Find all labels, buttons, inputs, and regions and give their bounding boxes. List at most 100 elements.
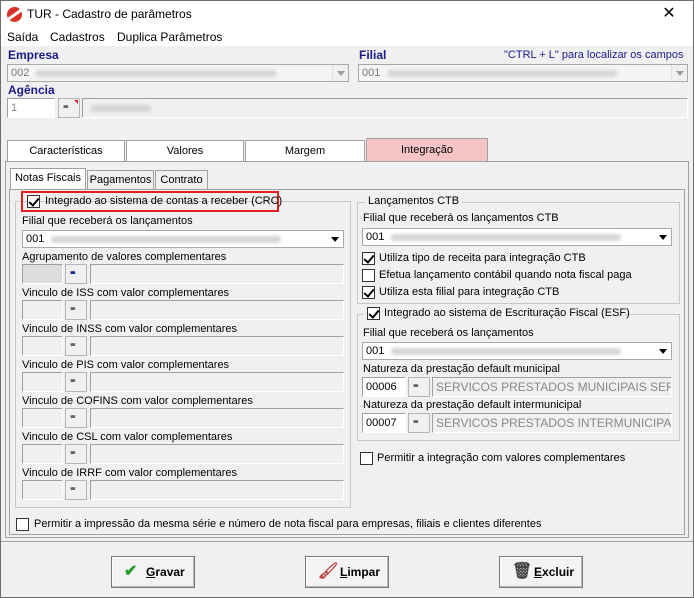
empresa-select[interactable]: 002 xyxy=(7,64,349,82)
tab-notas-fiscais[interactable]: Notas Fiscais xyxy=(10,168,86,190)
vinculo-cofins-code-field[interactable] xyxy=(22,408,63,428)
vinculo-iss-lookup-button[interactable]: ▪▪ xyxy=(65,300,87,320)
vinculo-pis-code-field[interactable] xyxy=(22,372,63,392)
crc-label: Integrado ao sistema de contas a receber… xyxy=(45,195,283,207)
ctb-tipo-receita-label: Utiliza tipo de receita para integração … xyxy=(379,252,586,264)
ctb-lancamento-contabil-label: Efetua lançamento contábil quando nota f… xyxy=(379,269,632,281)
agrupamento-lookup-button[interactable]: ▪▪ xyxy=(65,264,87,284)
valores-complementares-checkbox[interactable] xyxy=(360,452,373,465)
tab-caracteristicas[interactable]: Características xyxy=(7,140,125,161)
vinculo-irrf-lookup-button[interactable]: ▪▪ xyxy=(65,480,87,500)
brush-icon: 🖌 xyxy=(318,563,339,580)
chevron-down-icon xyxy=(655,343,671,359)
main-window: TUR - Cadastro de parâmetros ✕ Saída Cad… xyxy=(0,0,694,598)
vinculo-inss-code-field[interactable] xyxy=(22,336,63,356)
esf-label: Integrado ao sistema de Escrituração Fis… xyxy=(384,307,630,319)
agencia-code-field[interactable]: 1 xyxy=(7,98,55,118)
limpar-button[interactable]: 🖌 Limpar xyxy=(305,556,389,588)
binoculars-icon: ▪▪ xyxy=(70,447,76,459)
binoculars-icon: ▪▪ xyxy=(70,303,76,315)
trash-icon: 🗑 xyxy=(512,563,533,580)
chevron-down-icon xyxy=(327,231,343,247)
binoculars-icon: ▪▪ xyxy=(63,101,69,113)
impressao-checkbox[interactable] xyxy=(16,518,29,531)
esf-municipal-code-field[interactable]: 00006 xyxy=(362,377,406,397)
vinculo-irrf-code-field[interactable] xyxy=(22,480,63,500)
binoculars-icon: ▪▪ xyxy=(413,416,419,428)
vinculo-pis-description-field xyxy=(90,372,344,392)
esf-filial-select[interactable]: 001 xyxy=(362,342,672,360)
binoculars-icon: ▪▪ xyxy=(70,483,76,495)
vinculo-csl-label: Vinculo de CSL com valor complementares xyxy=(22,431,233,443)
excluir-button[interactable]: 🗑 Excluir xyxy=(499,556,583,588)
crc-checkbox[interactable] xyxy=(27,195,40,208)
esf-intermunicipal-description-field: SERVICOS PRESTADOS INTERMUNICIPAIS SE xyxy=(432,413,672,433)
vinculo-cofins-description-field xyxy=(90,408,344,428)
vinculo-irrf-label: Vinculo de IRRF com valor complementares xyxy=(22,467,237,479)
chevron-down-icon xyxy=(671,65,687,81)
ctb-filial-select[interactable]: 001 xyxy=(362,228,672,246)
menu-cadastros[interactable]: Cadastros xyxy=(50,30,105,44)
binoculars-icon: ▪▪ xyxy=(70,411,76,423)
esf-intermunicipal-code-field[interactable]: 00007 xyxy=(362,413,406,433)
vinculo-cofins-label: Vinculo de COFINS com valor complementar… xyxy=(22,395,253,407)
menu-saida[interactable]: Saída xyxy=(7,30,38,44)
chevron-down-icon xyxy=(332,65,348,81)
title-bar: TUR - Cadastro de parâmetros ✕ xyxy=(1,1,693,27)
esf-intermunicipal-label: Natureza da prestação default intermunic… xyxy=(363,399,582,411)
agrupamento-label: Agrupamento de valores complementares xyxy=(22,251,227,263)
filial-lancamentos-select[interactable]: 001 xyxy=(22,230,344,248)
vinculo-pis-label: Vinculo de PIS com valor complementares xyxy=(22,359,230,371)
vinculo-inss-lookup-button[interactable]: ▪▪ xyxy=(65,336,87,356)
binoculars-icon: ▪▪ xyxy=(413,380,419,392)
agrupamento-code-field[interactable] xyxy=(22,264,63,284)
ctb-utiliza-filial-checkbox[interactable] xyxy=(362,286,375,299)
ctb-lancamento-contabil-checkbox[interactable] xyxy=(362,269,375,282)
vinculo-iss-description-field xyxy=(90,300,344,320)
agencia-description-field xyxy=(82,98,688,118)
vinculo-pis-lookup-button[interactable]: ▪▪ xyxy=(65,372,87,392)
esf-municipal-label: Natureza da prestação default municipal xyxy=(363,363,560,375)
red-flag-icon xyxy=(74,100,78,104)
vinculo-cofins-lookup-button[interactable]: ▪▪ xyxy=(65,408,87,428)
vinculo-irrf-description-field xyxy=(90,480,344,500)
binoculars-icon: ▪▪ xyxy=(70,267,76,279)
tab-pagamentos[interactable]: Pagamentos xyxy=(87,170,154,190)
agrupamento-description-field xyxy=(90,264,344,284)
esf-filial-label: Filial que receberá os lançamentos xyxy=(363,327,534,339)
agencia-label: Agência xyxy=(8,83,55,97)
close-icon[interactable]: ✕ xyxy=(646,1,692,27)
filial-lancamentos-label: Filial que receberá os lançamentos xyxy=(22,215,193,227)
tab-margem[interactable]: Margem xyxy=(245,140,365,161)
window-title: TUR - Cadastro de parâmetros xyxy=(27,7,192,21)
esf-checkbox[interactable] xyxy=(367,307,380,320)
empresa-label: Empresa xyxy=(8,48,59,62)
vinculo-inss-description-field xyxy=(90,336,344,356)
vinculo-csl-lookup-button[interactable]: ▪▪ xyxy=(65,444,87,464)
filial-select[interactable]: 001 xyxy=(358,64,688,82)
vinculo-iss-code-field[interactable] xyxy=(22,300,63,320)
tab-contrato[interactable]: Contrato xyxy=(155,170,208,190)
tab-valores[interactable]: Valores xyxy=(126,140,244,161)
ctb-filial-label: Filial que receberá os lançamentos CTB xyxy=(363,212,559,224)
impressao-label: Permitir a impressão da mesma série e nú… xyxy=(34,518,542,530)
ctb-tipo-receita-checkbox[interactable] xyxy=(362,252,375,265)
filial-label: Filial xyxy=(359,48,387,62)
esf-municipal-description-field: SERVICOS PRESTADOS MUNICIPAIS SERIE A xyxy=(432,377,672,397)
agencia-lookup-button[interactable]: ▪▪ xyxy=(58,98,80,118)
vinculo-csl-code-field[interactable] xyxy=(22,444,63,464)
binoculars-icon: ▪▪ xyxy=(70,375,76,387)
footer-divider xyxy=(1,541,693,542)
chevron-down-icon xyxy=(655,229,671,245)
menu-duplica-parametros[interactable]: Duplica Parâmetros xyxy=(117,30,222,44)
gravar-button[interactable]: ✔ Gravar xyxy=(111,556,195,588)
vinculo-inss-label: Vinculo de INSS com valor complementares xyxy=(22,323,238,335)
vinculo-csl-description-field xyxy=(90,444,344,464)
esf-intermunicipal-lookup-button[interactable]: ▪▪ xyxy=(408,413,430,433)
checkmark-icon: ✔ xyxy=(124,563,138,580)
ctb-utiliza-filial-label: Utiliza esta filial para integração CTB xyxy=(379,286,560,298)
tab-integracao[interactable]: Integração xyxy=(366,138,488,161)
esf-municipal-lookup-button[interactable]: ▪▪ xyxy=(408,377,430,397)
vinculo-iss-label: Vinculo de ISS com valor complementares xyxy=(22,287,230,299)
menu-bar: Saída Cadastros Duplica Parâmetros xyxy=(1,27,693,46)
